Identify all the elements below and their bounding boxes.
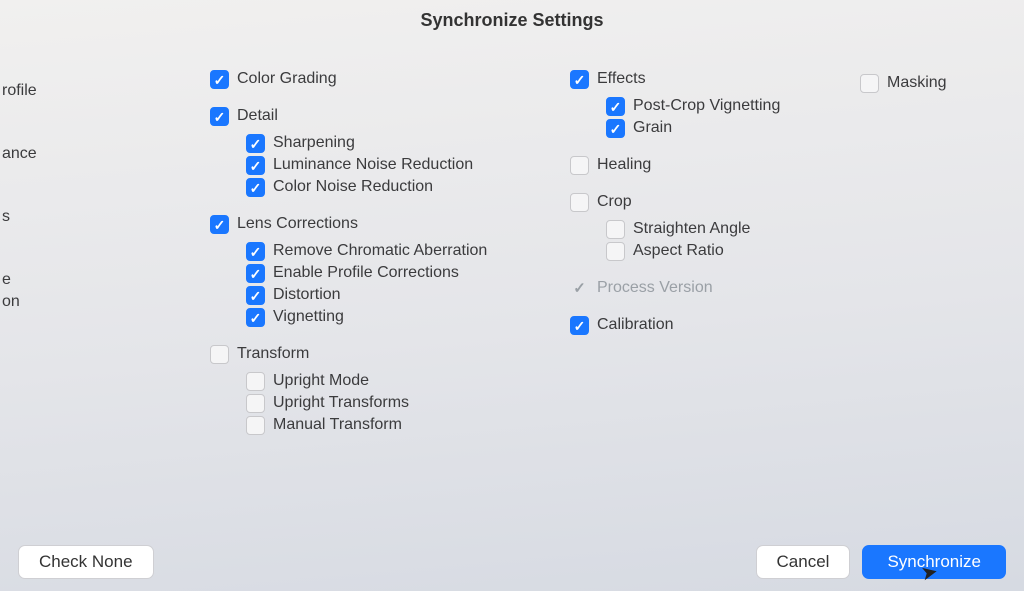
- checkbox-manual-transform[interactable]: [246, 416, 265, 435]
- frag-profile: rofile: [2, 82, 200, 100]
- label-lens-corrections: Lens Corrections: [237, 215, 358, 233]
- checkbox-calibration[interactable]: [570, 316, 589, 335]
- group-crop: Crop Straighten Angle Aspect Ratio: [570, 193, 830, 261]
- left-col-partial: rofile ance s e on: [0, 70, 200, 526]
- label-color-grading: Color Grading: [237, 70, 337, 88]
- label-effects: Effects: [597, 70, 646, 88]
- checkbox-sharpening[interactable]: [246, 134, 265, 153]
- settings-content: rofile ance s e on Color Grading Detail …: [0, 70, 1024, 526]
- checkbox-enable-profile[interactable]: [246, 264, 265, 283]
- checkbox-healing[interactable]: [570, 156, 589, 175]
- synchronize-button[interactable]: Synchronize: [862, 545, 1006, 579]
- checkbox-color-grading[interactable]: [210, 70, 229, 89]
- group-lens-corrections: Lens Corrections Remove Chromatic Aberra…: [210, 215, 570, 327]
- group-transform: Transform Upright Mode Upright Transform…: [210, 345, 570, 435]
- label-upright-mode: Upright Mode: [273, 372, 369, 390]
- checkbox-process-version: [570, 279, 589, 298]
- label-post-crop-vignetting: Post-Crop Vignetting: [633, 97, 780, 115]
- group-effects: Effects Post-Crop Vignetting Grain: [570, 70, 830, 138]
- checkbox-distortion[interactable]: [246, 286, 265, 305]
- label-upright-transforms: Upright Transforms: [273, 394, 409, 412]
- checkbox-transform[interactable]: [210, 345, 229, 364]
- label-calibration: Calibration: [597, 316, 673, 334]
- group-healing: Healing: [570, 156, 830, 175]
- dialog-button-row: Check None Cancel Synchronize: [0, 545, 1024, 579]
- label-transform: Transform: [237, 345, 309, 363]
- checkbox-detail[interactable]: [210, 107, 229, 126]
- label-masking: Masking: [887, 74, 947, 92]
- group-process-version: Process Version: [570, 279, 830, 298]
- label-process-version: Process Version: [597, 279, 713, 297]
- label-manual-transform: Manual Transform: [273, 416, 402, 434]
- checkbox-upright-transforms[interactable]: [246, 394, 265, 413]
- checkbox-aspect-ratio[interactable]: [606, 242, 625, 261]
- checkbox-upright-mode[interactable]: [246, 372, 265, 391]
- label-healing: Healing: [597, 156, 651, 174]
- label-vignetting: Vignetting: [273, 308, 344, 326]
- label-sharpening: Sharpening: [273, 134, 355, 152]
- label-aspect-ratio: Aspect Ratio: [633, 242, 724, 260]
- frag-e: e: [2, 271, 200, 289]
- group-color-grading: Color Grading: [210, 70, 570, 89]
- label-enable-profile: Enable Profile Corrections: [273, 264, 459, 282]
- dialog-title: Synchronize Settings: [0, 10, 1024, 31]
- checkbox-grain[interactable]: [606, 119, 625, 138]
- group-detail: Detail Sharpening Luminance Noise Reduct…: [210, 107, 570, 197]
- checkbox-vignetting[interactable]: [246, 308, 265, 327]
- cancel-button[interactable]: Cancel: [756, 545, 851, 579]
- frag-on: on: [2, 293, 200, 311]
- checkbox-masking[interactable]: [860, 74, 879, 93]
- label-straighten-angle: Straighten Angle: [633, 220, 750, 238]
- label-remove-ca: Remove Chromatic Aberration: [273, 242, 487, 260]
- checkbox-post-crop-vignetting[interactable]: [606, 97, 625, 116]
- checkbox-lens-corrections[interactable]: [210, 215, 229, 234]
- label-color-noise: Color Noise Reduction: [273, 178, 433, 196]
- checkbox-remove-ca[interactable]: [246, 242, 265, 261]
- middle-column: Color Grading Detail Sharpening Luminanc…: [200, 70, 570, 526]
- checkbox-effects[interactable]: [570, 70, 589, 89]
- label-distortion: Distortion: [273, 286, 341, 304]
- right-column: Effects Post-Crop Vignetting Grain Heali…: [570, 70, 830, 526]
- frag-balance: ance: [2, 145, 200, 163]
- frag-s: s: [2, 208, 200, 226]
- label-luminance-noise: Luminance Noise Reduction: [273, 156, 473, 174]
- label-detail: Detail: [237, 107, 278, 125]
- group-calibration: Calibration: [570, 316, 830, 335]
- checkbox-luminance-noise[interactable]: [246, 156, 265, 175]
- check-none-button[interactable]: Check None: [18, 545, 154, 579]
- label-grain: Grain: [633, 119, 672, 137]
- checkbox-crop[interactable]: [570, 193, 589, 212]
- label-crop: Crop: [597, 193, 632, 211]
- far-right-column: Masking: [830, 70, 1020, 526]
- checkbox-color-noise[interactable]: [246, 178, 265, 197]
- checkbox-straighten-angle[interactable]: [606, 220, 625, 239]
